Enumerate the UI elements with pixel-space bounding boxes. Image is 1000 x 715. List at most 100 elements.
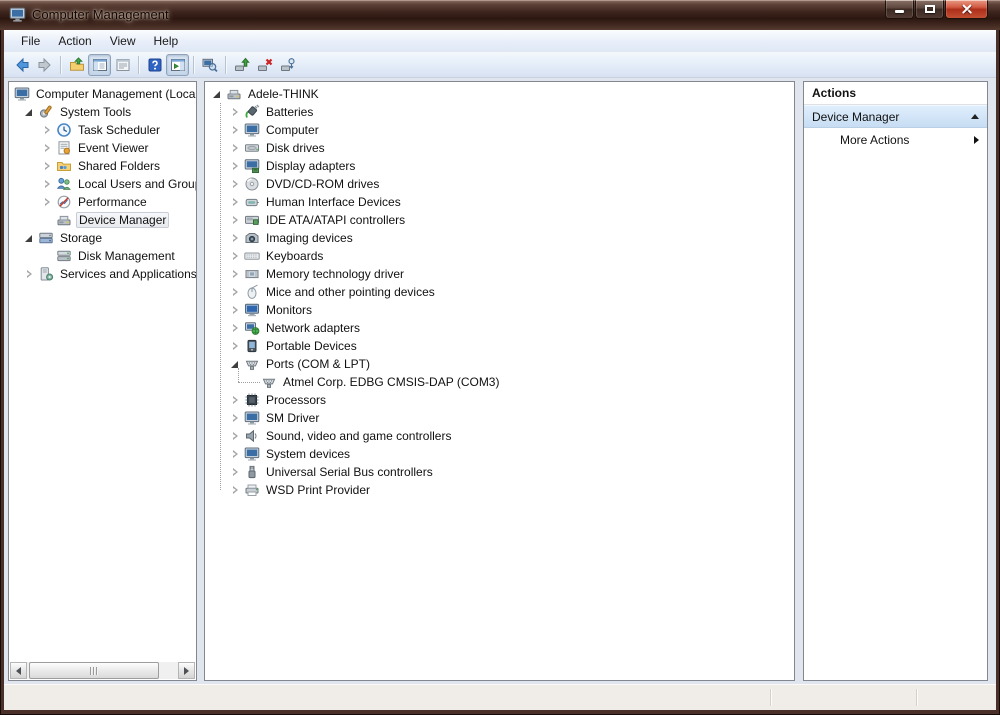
expand-arrow[interactable]: [229, 142, 241, 155]
device-category-processors[interactable]: Processors: [205, 391, 794, 409]
console-tree-toggle-button[interactable]: [88, 54, 111, 76]
device-category-memory-technology[interactable]: Memory technology driver: [205, 265, 794, 283]
expand-arrow[interactable]: [229, 322, 241, 335]
expand-arrow[interactable]: [41, 124, 53, 137]
collapse-arrow[interactable]: [23, 106, 35, 119]
menu-action[interactable]: Action: [49, 32, 100, 50]
scan-hardware-changes-button[interactable]: [276, 54, 299, 76]
device-manager-panel: Adele-THINK Batteries Computer: [204, 81, 795, 681]
device-category-usb-controllers[interactable]: Universal Serial Bus controllers: [205, 463, 794, 481]
tree-item-local-users-and-groups[interactable]: Local Users and Groups: [9, 175, 196, 193]
device-category-sm-driver[interactable]: SM Driver: [205, 409, 794, 427]
device-category-wsd-print-provider[interactable]: WSD Print Provider: [205, 481, 794, 499]
more-actions-item[interactable]: More Actions: [804, 128, 987, 151]
device-category-disk-drives[interactable]: Disk drives: [205, 139, 794, 157]
tree-item-computer-management[interactable]: Computer Management (Local): [9, 85, 196, 103]
device-root-adele-think[interactable]: Adele-THINK: [205, 85, 794, 103]
arrow-spacer: [41, 214, 53, 227]
tree-item-device-manager[interactable]: Device Manager: [9, 211, 196, 229]
collapse-arrow[interactable]: [23, 232, 35, 245]
device-category-portable-devices[interactable]: Portable Devices: [205, 337, 794, 355]
expand-arrow[interactable]: [229, 232, 241, 245]
update-driver-button[interactable]: [230, 54, 253, 76]
statusbar-separator: [770, 689, 771, 706]
expand-arrow[interactable]: [41, 178, 53, 191]
forward-icon: [37, 57, 53, 73]
scrollbar-track[interactable]: [27, 662, 178, 679]
export-list-button[interactable]: [65, 54, 88, 76]
tree-item-task-scheduler[interactable]: Task Scheduler: [9, 121, 196, 139]
serial-port-icon: [244, 356, 260, 372]
expand-arrow[interactable]: [229, 196, 241, 209]
device-category-dvd-cdrom[interactable]: DVD/CD-ROM drives: [205, 175, 794, 193]
menu-help[interactable]: Help: [145, 32, 188, 50]
properties-icon: [115, 57, 131, 73]
device-category-sound-video-game[interactable]: Sound, video and game controllers: [205, 427, 794, 445]
close-button[interactable]: [945, 0, 988, 19]
menu-file[interactable]: File: [12, 32, 49, 50]
uninstall-device-button[interactable]: [253, 54, 276, 76]
device-category-ide-controllers[interactable]: IDE ATA/ATAPI controllers: [205, 211, 794, 229]
expand-arrow[interactable]: [229, 466, 241, 479]
expand-arrow[interactable]: [229, 304, 241, 317]
device-category-computer[interactable]: Computer: [205, 121, 794, 139]
title-bar[interactable]: Computer Management: [0, 0, 1000, 30]
tree-item-event-viewer[interactable]: Event Viewer: [9, 139, 196, 157]
scrollbar-thumb[interactable]: [29, 662, 159, 679]
device-category-mice[interactable]: Mice and other pointing devices: [205, 283, 794, 301]
tree-item-shared-folders[interactable]: Shared Folders: [9, 157, 196, 175]
expand-arrow[interactable]: [229, 430, 241, 443]
collapse-arrow[interactable]: [229, 358, 241, 371]
menu-view[interactable]: View: [101, 32, 145, 50]
back-button[interactable]: [10, 54, 33, 76]
expand-arrow[interactable]: [229, 214, 241, 227]
expand-arrow[interactable]: [229, 124, 241, 137]
expand-arrow[interactable]: [229, 448, 241, 461]
scan-computer-button[interactable]: [198, 54, 221, 76]
device-category-imaging[interactable]: Imaging devices: [205, 229, 794, 247]
maximize-button[interactable]: [915, 0, 944, 19]
forward-button[interactable]: [33, 54, 56, 76]
device-category-display-adapters[interactable]: Display adapters: [205, 157, 794, 175]
device-category-monitors[interactable]: Monitors: [205, 301, 794, 319]
expand-arrow[interactable]: [229, 394, 241, 407]
expand-arrow[interactable]: [41, 196, 53, 209]
scroll-right-button[interactable]: [178, 662, 195, 679]
device-category-system-devices[interactable]: System devices: [205, 445, 794, 463]
collapse-group-icon[interactable]: [971, 114, 979, 119]
expand-arrow[interactable]: [41, 142, 53, 155]
expand-arrow[interactable]: [229, 178, 241, 191]
hid-icon: [244, 194, 260, 210]
minimize-button[interactable]: [885, 0, 914, 19]
help-button[interactable]: [143, 54, 166, 76]
tree-item-services-and-applications[interactable]: Services and Applications: [9, 265, 196, 283]
device-category-keyboards[interactable]: Keyboards: [205, 247, 794, 265]
tree-item-disk-management[interactable]: Disk Management: [9, 247, 196, 265]
actions-group-device-manager[interactable]: Device Manager: [804, 105, 987, 128]
scroll-left-button[interactable]: [10, 662, 27, 679]
device-category-network-adapters[interactable]: Network adapters: [205, 319, 794, 337]
device-category-batteries[interactable]: Batteries: [205, 103, 794, 121]
collapse-arrow[interactable]: [211, 88, 223, 101]
expand-arrow[interactable]: [229, 106, 241, 119]
expand-arrow[interactable]: [41, 160, 53, 173]
action-pane-toggle-button[interactable]: [166, 54, 189, 76]
expand-arrow[interactable]: [229, 160, 241, 173]
expand-arrow[interactable]: [229, 268, 241, 281]
tree-item-system-tools[interactable]: System Tools: [9, 103, 196, 121]
device-category-ports[interactable]: Ports (COM & LPT): [205, 355, 794, 373]
expand-arrow[interactable]: [229, 250, 241, 263]
device-atmel-edbg-cmsis-dap-com3[interactable]: Atmel Corp. EDBG CMSIS-DAP (COM3): [205, 373, 794, 391]
properties-button[interactable]: [111, 54, 134, 76]
expand-arrow[interactable]: [229, 286, 241, 299]
expand-arrow[interactable]: [229, 340, 241, 353]
device-category-hid[interactable]: Human Interface Devices: [205, 193, 794, 211]
tree-item-performance[interactable]: Performance: [9, 193, 196, 211]
expand-arrow[interactable]: [23, 268, 35, 281]
selected-tree-item: Device Manager: [76, 212, 169, 228]
right-triangle-icon: [184, 667, 189, 675]
expand-arrow[interactable]: [229, 412, 241, 425]
tree-item-storage[interactable]: Storage: [9, 229, 196, 247]
expand-arrow[interactable]: [229, 484, 241, 497]
computer-icon: [244, 122, 260, 138]
